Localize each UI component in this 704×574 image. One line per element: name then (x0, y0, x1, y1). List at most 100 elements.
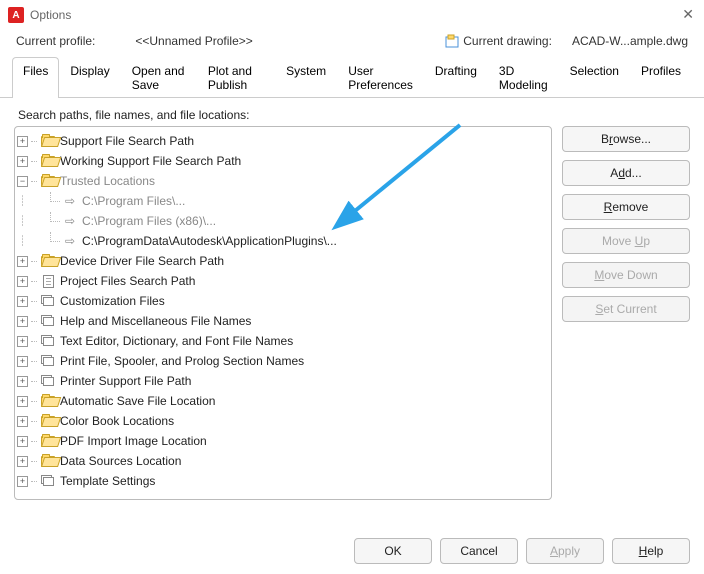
tree-node[interactable]: + Print File, Spooler, and Prolog Section… (17, 351, 549, 371)
help-button[interactable]: Help (612, 538, 690, 564)
apply-button[interactable]: Apply (526, 538, 604, 564)
dialog-buttons: OK Cancel Apply Help (354, 538, 690, 564)
expander-icon[interactable]: + (17, 356, 28, 367)
move-down-button[interactable]: Move Down (562, 262, 690, 288)
tree-node-label: C:\Program Files (x86)\... (82, 214, 216, 228)
remove-button[interactable]: Remove (562, 194, 690, 220)
tree-node-label: Project Files Search Path (60, 274, 195, 288)
expander-icon[interactable]: + (17, 256, 28, 267)
folder-icon (40, 394, 56, 408)
tree-node[interactable]: + Customization Files (17, 291, 549, 311)
tab-open-and-save[interactable]: Open and Save (121, 57, 197, 98)
expander-icon[interactable]: + (17, 416, 28, 427)
expander-icon[interactable]: + (17, 336, 28, 347)
current-profile-value: <<Unnamed Profile>> (135, 34, 252, 48)
expander-icon[interactable]: + (17, 456, 28, 467)
tree-node[interactable]: + Working Support File Search Path (17, 151, 549, 171)
tab-display[interactable]: Display (59, 57, 120, 98)
current-drawing-value: ACAD-W...ample.dwg (572, 34, 688, 48)
folder-icon (40, 174, 56, 188)
tree-node-label: C:\Program Files\... (82, 194, 185, 208)
tree-node[interactable]: + Template Settings (17, 471, 549, 491)
path-arrow-icon: ⇨ (62, 194, 78, 208)
current-drawing-label: Current drawing: (463, 34, 552, 48)
tree-node[interactable]: + Data Sources Location (17, 451, 549, 471)
tree-node-label: Device Driver File Search Path (60, 254, 224, 268)
tree-node-label: Color Book Locations (60, 414, 174, 428)
ok-button[interactable]: OK (354, 538, 432, 564)
tree-node[interactable]: + Text Editor, Dictionary, and Font File … (17, 331, 549, 351)
expander-icon[interactable]: + (17, 316, 28, 327)
folder-icon (40, 134, 56, 148)
tab-bar: FilesDisplayOpen and SavePlot and Publis… (0, 56, 704, 98)
expander-icon[interactable]: + (17, 476, 28, 487)
tree-node[interactable]: + Device Driver File Search Path (17, 251, 549, 271)
stack-icon (40, 314, 56, 328)
expander-icon[interactable]: + (17, 396, 28, 407)
window-title: Options (30, 8, 71, 22)
stack-icon (40, 374, 56, 388)
tab-drafting[interactable]: Drafting (424, 57, 488, 98)
tree-node-label: Text Editor, Dictionary, and Font File N… (60, 334, 293, 348)
drawing-icon (445, 34, 459, 48)
expander-icon[interactable]: + (17, 436, 28, 447)
stack-icon (40, 334, 56, 348)
tree-node[interactable]: + Project Files Search Path (17, 271, 549, 291)
tab-selection[interactable]: Selection (559, 57, 630, 98)
tree-view[interactable]: + Support File Search Path + Working Suppor… (15, 127, 551, 499)
folder-icon (40, 154, 56, 168)
profile-row: Current profile: <<Unnamed Profile>> Cur… (0, 30, 704, 56)
tree-node-label: PDF Import Image Location (60, 434, 207, 448)
cancel-button[interactable]: Cancel (440, 538, 518, 564)
tree-node-label: Working Support File Search Path (60, 154, 241, 168)
path-arrow-icon: ⇨ (62, 214, 78, 228)
move-up-button[interactable]: Move Up (562, 228, 690, 254)
tree-node-label: Print File, Spooler, and Prolog Section … (60, 354, 304, 368)
tree-container: + Support File Search Path + Working Suppor… (14, 126, 552, 500)
tree-node-label: Customization Files (60, 294, 165, 308)
titlebar: A Options ✕ (0, 0, 704, 30)
tab-profiles[interactable]: Profiles (630, 57, 692, 98)
stack-icon (40, 354, 56, 368)
tree-child-node[interactable]: ┊⇨C:\Program Files\... (17, 191, 549, 211)
tree-node[interactable]: + Printer Support File Path (17, 371, 549, 391)
app-icon: A (8, 7, 24, 23)
tree-node[interactable]: + Color Book Locations (17, 411, 549, 431)
tree-node-label: Printer Support File Path (60, 374, 191, 388)
browse-button[interactable]: Browse... (562, 126, 690, 152)
tab-files[interactable]: Files (12, 57, 59, 98)
close-icon[interactable]: ✕ (682, 6, 694, 23)
tab-plot-and-publish[interactable]: Plot and Publish (197, 57, 275, 98)
expander-icon[interactable]: + (17, 296, 28, 307)
stack-icon (40, 474, 56, 488)
tree-node[interactable]: + Automatic Save File Location (17, 391, 549, 411)
document-icon (40, 274, 56, 288)
tree-child-node[interactable]: ┊⇨C:\Program Files (x86)\... (17, 211, 549, 231)
folder-icon (40, 254, 56, 268)
tree-node[interactable]: + PDF Import Image Location (17, 431, 549, 451)
tree-child-node[interactable]: ┊⇨C:\ProgramData\Autodesk\ApplicationPlu… (17, 231, 549, 251)
tree-node-label: Automatic Save File Location (60, 394, 215, 408)
tree-node-label: Data Sources Location (60, 454, 181, 468)
tab-user-preferences[interactable]: User Preferences (337, 57, 424, 98)
expander-icon[interactable]: − (17, 176, 28, 187)
folder-icon (40, 454, 56, 468)
tree-node-label: C:\ProgramData\Autodesk\ApplicationPlugi… (82, 234, 337, 248)
tree-node-label: Support File Search Path (60, 134, 194, 148)
tree-node[interactable]: + Support File Search Path (17, 131, 549, 151)
tree-node-label: Template Settings (60, 474, 155, 488)
add-button[interactable]: Add... (562, 160, 690, 186)
folder-icon (40, 434, 56, 448)
set-current-button[interactable]: Set Current (562, 296, 690, 322)
folder-icon (40, 414, 56, 428)
path-arrow-icon: ⇨ (62, 234, 78, 248)
expander-icon[interactable]: + (17, 376, 28, 387)
tab-3d-modeling[interactable]: 3D Modeling (488, 57, 559, 98)
tree-node[interactable]: +Help and Miscellaneous File Names (17, 311, 549, 331)
expander-icon[interactable]: + (17, 276, 28, 287)
expander-icon[interactable]: + (17, 156, 28, 167)
stack-icon (40, 294, 56, 308)
tree-node[interactable]: −Trusted Locations (17, 171, 549, 191)
tab-system[interactable]: System (275, 57, 337, 98)
expander-icon[interactable]: + (17, 136, 28, 147)
